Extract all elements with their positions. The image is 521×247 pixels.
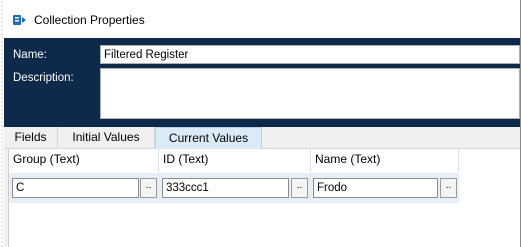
tab-initial-values[interactable]: Initial Values [58,127,155,148]
name-ellipsis-button[interactable]: .. [440,178,457,198]
name-label: Name: [13,49,47,61]
column-header-group[interactable]: Group (Text) [9,149,159,172]
description-label: Description: [13,72,74,84]
description-field[interactable] [100,68,520,119]
name-field[interactable]: Filtered Register [100,45,520,64]
window-title: Collection Properties [34,13,145,27]
tab-current-values[interactable]: Current Values [155,127,262,149]
name-cell-input[interactable]: Frodo [313,178,438,198]
column-header-name[interactable]: Name (Text) [311,149,459,172]
table-row: C .. 333ccc1 .. Frodo .. [9,173,459,203]
group-cell-input[interactable]: C [12,178,139,198]
column-header-id[interactable]: ID (Text) [159,149,311,172]
id-ellipsis-button[interactable]: .. [291,178,308,198]
tab-strip: Fields Initial Values Current Values [4,127,521,149]
collection-properties-dialog: Collection Properties Name: Filtered Reg… [4,0,521,247]
group-ellipsis-button[interactable]: .. [140,178,157,198]
id-cell-input[interactable]: 333ccc1 [162,178,289,198]
tab-fields[interactable]: Fields [4,127,58,148]
values-grid: Group (Text) ID (Text) Name (Text) C .. … [8,149,521,247]
title-bar: Collection Properties [4,0,521,38]
collection-icon [12,13,28,27]
properties-header: Name: Filtered Register Description: [4,38,521,127]
